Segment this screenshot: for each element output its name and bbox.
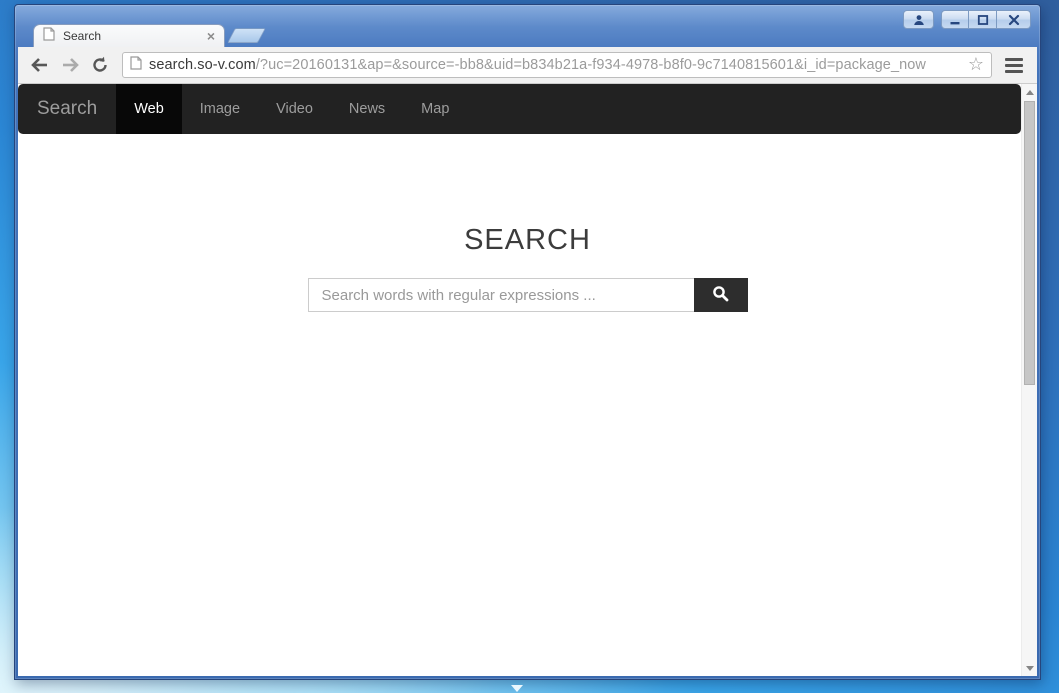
tab-title: Search (63, 29, 102, 43)
url-text: search.so-v.com/?uc=20160131&ap=&source=… (149, 57, 961, 73)
main-content: SEARCH (18, 224, 1037, 312)
desktop-hint-arrow-icon (511, 685, 523, 692)
search-input[interactable] (307, 278, 694, 312)
maximize-button-icon[interactable] (969, 10, 997, 29)
nav-tab-image[interactable]: Image (182, 84, 258, 134)
url-document-icon (130, 55, 142, 75)
nav-tab-video[interactable]: Video (258, 84, 331, 134)
desktop-background: Search × search.so-v.com/?uc=20160131&ap… (0, 0, 1059, 693)
tab-favicon-document-icon (43, 26, 55, 46)
browser-tab[interactable]: Search × (33, 24, 225, 47)
window-titlebar[interactable]: Search × (15, 5, 1040, 47)
url-path: /?uc=20160131&ap=&source=-bb8&uid=b834b2… (255, 57, 927, 73)
site-navbar: Search Web Image Video News Map (18, 84, 1021, 134)
url-host: search.so-v.com (149, 57, 256, 73)
search-form (307, 278, 748, 312)
new-tab-button[interactable] (227, 28, 266, 43)
menu-hamburger-icon[interactable] (1000, 52, 1028, 78)
magnifier-icon (712, 285, 729, 305)
scrollbar-thumb[interactable] (1024, 101, 1035, 385)
window-controls (903, 10, 1031, 29)
close-button-icon[interactable] (997, 10, 1031, 29)
page-viewport: Search Web Image Video News Map SEARCH (18, 84, 1037, 676)
reload-icon[interactable] (87, 52, 113, 78)
nav-tab-web[interactable]: Web (116, 84, 182, 134)
navbar-brand[interactable]: Search (18, 84, 116, 134)
nav-tab-map[interactable]: Map (403, 84, 467, 134)
scroll-down-icon[interactable] (1022, 660, 1037, 676)
minimize-button-icon[interactable] (941, 10, 969, 29)
scrollbar[interactable] (1021, 84, 1037, 676)
scroll-up-icon[interactable] (1022, 84, 1037, 100)
browser-toolbar: search.so-v.com/?uc=20160131&ap=&source=… (18, 47, 1037, 84)
browser-window: Search × search.so-v.com/?uc=20160131&ap… (14, 4, 1041, 680)
search-button[interactable] (693, 278, 748, 312)
bookmark-star-icon[interactable]: ☆ (968, 56, 984, 74)
page-title: SEARCH (464, 224, 591, 256)
profile-icon[interactable] (903, 10, 934, 29)
back-icon[interactable] (27, 52, 53, 78)
forward-icon[interactable] (57, 52, 83, 78)
nav-tab-news[interactable]: News (331, 84, 403, 134)
address-bar[interactable]: search.so-v.com/?uc=20160131&ap=&source=… (122, 52, 992, 78)
tab-close-icon[interactable]: × (207, 29, 215, 43)
